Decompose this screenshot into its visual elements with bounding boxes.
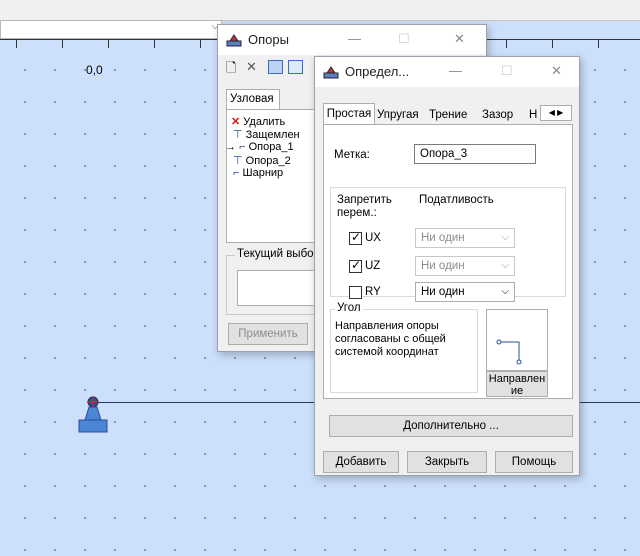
chevron-down-icon: ⌵ — [501, 286, 509, 297]
app-icon — [323, 66, 339, 79]
tab-gap[interactable]: Зазор — [482, 106, 513, 125]
list-item[interactable]: ⊤ Опора_2 — [233, 154, 291, 167]
ux-compliance-select[interactable]: Ни один ⌵ — [415, 228, 515, 248]
ry-checkbox[interactable] — [349, 286, 362, 299]
angle-text: Направления опоры согласованы с общей си… — [335, 320, 446, 358]
uz-checkbox[interactable]: ✓ — [349, 258, 362, 273]
define-support-dialog: Определ... — ☐ ✕ Простая Упругая Трение … — [314, 56, 580, 476]
angle-group: Угол Направления опоры согласованы с общ… — [330, 302, 478, 393]
chevron-down-icon: ⌵ — [501, 260, 509, 271]
delete-icon[interactable]: ✕ — [246, 59, 257, 75]
direction-button[interactable]: Направлен ие — [486, 371, 548, 397]
top-toolbar — [0, 0, 640, 21]
tab-scroll[interactable]: ◀ ▶ — [540, 105, 572, 121]
define-titlebar[interactable]: Определ... — ☐ ✕ — [315, 57, 579, 87]
ruler-origin-label: 0,0 — [86, 63, 103, 77]
define-title: Определ... — [345, 64, 410, 79]
clamp-icon: ⊤ — [233, 129, 243, 141]
current-selection-label: Текущий выбор — [235, 248, 322, 260]
list-item-selected[interactable]: → ⌐ Опора_1 — [226, 141, 294, 153]
label-input[interactable]: Опора_3 — [414, 144, 536, 164]
check-icon: ✓ — [351, 258, 362, 272]
roller-icon: ⌐ — [239, 141, 246, 153]
tab-elastic[interactable]: Упругая — [377, 106, 419, 125]
label-field-label: Метка: — [334, 149, 370, 161]
supports-toolbar: 🗋 ✕ — [224, 59, 324, 77]
supports-titlebar[interactable]: Опоры — ☐ ✕ — [218, 25, 486, 55]
direction-preview — [486, 309, 548, 371]
current-selection-group: Текущий выбор — [226, 248, 327, 315]
angle-group-label: Угол — [335, 302, 363, 314]
uz-compliance-select[interactable]: Ни один ⌵ — [415, 256, 515, 276]
clamp-icon: ⊤ — [233, 155, 243, 167]
add-button[interactable]: Добавить — [323, 451, 399, 473]
ry-label: RY — [365, 286, 381, 298]
tab-strip: Простая Упругая Трение Зазор Н ◀ ▶ — [323, 103, 573, 125]
list-item[interactable]: ✕ Удалить — [231, 115, 285, 128]
compliance-label: Податливость — [419, 194, 494, 206]
tab-nodal[interactable]: Узловая — [226, 89, 280, 109]
restrict-label: Запретить перем.: — [337, 194, 392, 219]
direction-icon — [496, 339, 522, 365]
minimize-icon[interactable]: — — [449, 63, 462, 78]
restrict-group: Запретить перем.: Податливость ✓ UX Ни о… — [330, 187, 566, 302]
list-item-label: Опора_2 — [245, 155, 291, 167]
chevron-left-icon[interactable]: ◀ — [549, 108, 555, 117]
list-item-label: Защемлен — [245, 129, 300, 141]
list-item[interactable]: ⌐ Шарнир — [233, 167, 283, 179]
help-button[interactable]: Помощь — [495, 451, 573, 473]
ry-compliance-select[interactable]: Ни один ⌵ — [415, 282, 515, 302]
close-button[interactable]: Закрыть — [407, 451, 487, 473]
apply-button[interactable]: Применить — [228, 323, 308, 345]
more-button[interactable]: Дополнительно ... — [329, 415, 573, 437]
ux-label: UX — [365, 232, 381, 244]
grid-icon[interactable] — [288, 60, 303, 74]
check-icon: ✓ — [351, 230, 362, 244]
delete-icon: ✕ — [231, 116, 241, 128]
tab-simple[interactable]: Простая — [323, 103, 375, 125]
supports-list[interactable]: ✕ Удалить ⊤ Защемлен → ⌐ Опора_1 ⊤ Опора… — [226, 109, 326, 243]
chevron-down-icon: ⌵ — [501, 232, 509, 243]
supports-title: Опоры — [248, 32, 289, 47]
list-item-label: Шарнир — [242, 167, 284, 179]
close-icon[interactable]: ✕ — [551, 63, 562, 79]
uz-label: UZ — [365, 260, 381, 272]
maximize-icon[interactable]: ☐ — [501, 63, 513, 79]
maximize-icon[interactable]: ☐ — [398, 31, 410, 47]
list-item-label: Опора_1 — [248, 141, 294, 153]
view-combo[interactable]: ⌵ — [0, 20, 222, 39]
close-icon[interactable]: ✕ — [454, 31, 465, 47]
props-icon[interactable] — [268, 60, 283, 74]
chevron-right-icon[interactable]: ▶ — [557, 108, 563, 117]
tab-friction[interactable]: Трение — [429, 106, 467, 125]
new-icon[interactable]: 🗋 — [226, 59, 236, 81]
ux-checkbox[interactable]: ✓ — [349, 230, 362, 245]
hinge-icon: ⌐ — [233, 167, 240, 179]
tab-panel: Метка: Опора_3 Запретить перем.: Податли… — [323, 124, 573, 399]
app-icon — [226, 34, 242, 47]
list-item[interactable]: ⊤ Защемлен — [233, 128, 300, 141]
arrow-right-icon: → — [226, 141, 236, 153]
list-item-label: Удалить — [243, 116, 286, 128]
minimize-icon[interactable]: — — [348, 31, 361, 46]
tab-more[interactable]: Н — [529, 106, 537, 125]
support-symbol-icon[interactable] — [78, 392, 110, 434]
